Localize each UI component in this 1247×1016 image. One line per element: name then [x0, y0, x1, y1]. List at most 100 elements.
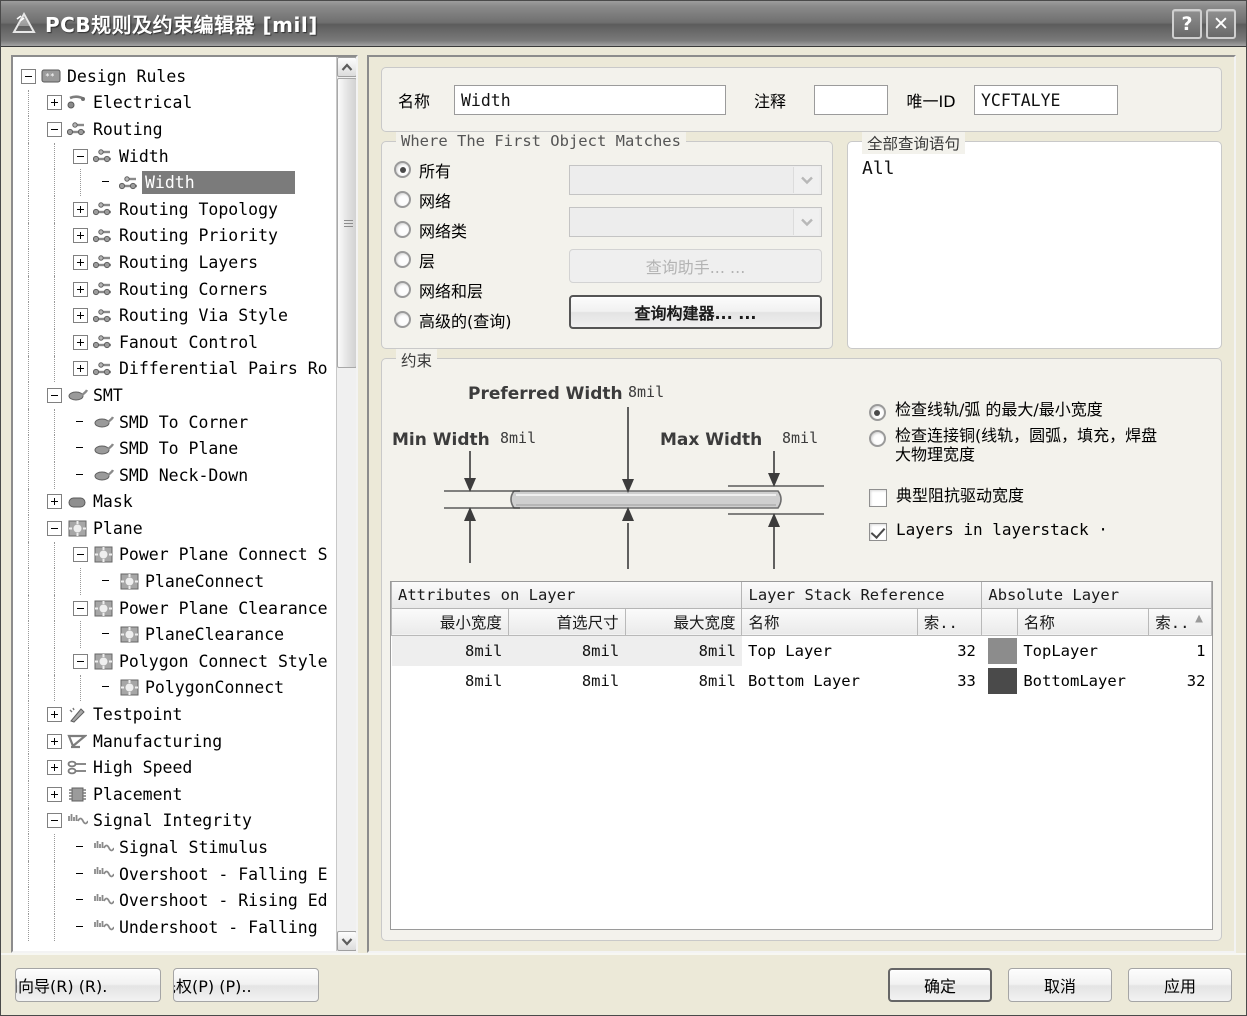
apply-button[interactable]: 应用: [1128, 968, 1232, 1002]
tree-item-smd-neck-down[interactable]: SMD Neck-Down: [13, 462, 336, 489]
chevron-down-icon: [793, 167, 819, 193]
match-radio-1[interactable]: 网络: [394, 186, 569, 213]
tree-item-mask[interactable]: Mask: [13, 489, 336, 516]
priority-button[interactable]: 先权(P) (P)..: [173, 968, 319, 1002]
close-button[interactable]: ✕: [1206, 9, 1236, 39]
constraint-option-label: 检查连接铜(线轨，圆弧，填充，焊盘大物理宽度: [895, 427, 1157, 465]
expand-icon[interactable]: [73, 361, 88, 376]
column-header-abs-index[interactable]: 索..▲: [1149, 608, 1212, 635]
constraint-option-3[interactable]: Layers in layerstack ·: [869, 521, 1207, 541]
tree-item-signal-stimulus[interactable]: Signal Stimulus: [13, 834, 336, 861]
collapse-icon[interactable]: [73, 601, 88, 616]
match-radio-0[interactable]: 所有: [394, 156, 569, 183]
collapse-icon[interactable]: [47, 388, 62, 403]
unique-id-input[interactable]: YCFTALYE: [974, 85, 1118, 115]
tree-item-manufacturing[interactable]: Manufacturing: [13, 728, 336, 755]
tree-item-overshoot-rising-ed[interactable]: Overshoot - Rising Ed: [13, 887, 336, 914]
column-header-stack-name[interactable]: 名称: [742, 608, 917, 635]
collapse-icon[interactable]: [21, 69, 36, 84]
expand-icon[interactable]: [73, 335, 88, 350]
collapse-icon[interactable]: [73, 654, 88, 669]
tree-item-undershoot-falling[interactable]: Undershoot - Falling: [13, 914, 336, 941]
expand-icon[interactable]: [47, 787, 62, 802]
routing-icon: [92, 226, 114, 245]
tree-vertical-scrollbar[interactable]: [336, 57, 356, 951]
match-radio-3[interactable]: 层: [394, 246, 569, 273]
expand-icon[interactable]: [73, 308, 88, 323]
tree-item-power-plane-connect-s[interactable]: Power Plane Connect S: [13, 542, 336, 569]
tree-item-smd-to-corner[interactable]: SMD To Corner: [13, 409, 336, 436]
tree-item-width[interactable]: Width: [13, 169, 336, 196]
expand-icon[interactable]: [47, 95, 62, 110]
svg-text:Preferred Width: Preferred Width: [468, 384, 623, 404]
tree-item-fanout-control[interactable]: Fanout Control: [13, 329, 336, 356]
scroll-down-button[interactable]: [337, 931, 357, 951]
tree-item-differential-pairs-ro[interactable]: Differential Pairs Ro: [13, 356, 336, 383]
tree-item-routing-priority[interactable]: Routing Priority: [13, 223, 336, 250]
tree-item-routing-layers[interactable]: Routing Layers: [13, 249, 336, 276]
tree-item-routing-via-style[interactable]: Routing Via Style: [13, 302, 336, 329]
cell-min-width: 8mil: [392, 635, 509, 666]
collapse-icon[interactable]: [47, 813, 62, 828]
scroll-up-button[interactable]: [337, 57, 357, 77]
collapse-icon[interactable]: [73, 149, 88, 164]
title-bar[interactable]: PCB规则及约束编辑器 [mil] ? ✕: [1, 1, 1246, 47]
tree-item-label: Plane: [91, 519, 143, 538]
cancel-button[interactable]: 取消: [1008, 968, 1112, 1002]
column-header-max-width[interactable]: 最大宽度: [625, 608, 742, 635]
column-header-min-width[interactable]: 最小宽度: [392, 608, 509, 635]
routing-icon: [118, 173, 140, 192]
query-builder-button[interactable]: 查询构建器... ...: [569, 295, 822, 329]
constraint-option-1[interactable]: 检查连接铜(线轨，圆弧，填充，焊盘大物理宽度: [869, 427, 1207, 465]
net-class-combo[interactable]: [569, 207, 822, 237]
tree-item-power-plane-clearance[interactable]: Power Plane Clearance: [13, 595, 336, 622]
match-radio-2[interactable]: 网络类: [394, 216, 569, 243]
net-combo[interactable]: [569, 165, 822, 195]
name-input[interactable]: Width: [454, 85, 726, 115]
tree-item-routing-corners[interactable]: Routing Corners: [13, 276, 336, 303]
column-header-stack-index[interactable]: 索..: [917, 608, 982, 635]
tree-item-smd-to-plane[interactable]: SMD To Plane: [13, 435, 336, 462]
expand-icon[interactable]: [47, 760, 62, 775]
tree-item-polygonconnect[interactable]: PolygonConnect: [13, 675, 336, 702]
tree-item-plane[interactable]: Plane: [13, 515, 336, 542]
match-radio-4[interactable]: 网络和层: [394, 276, 569, 303]
collapse-icon[interactable]: [47, 521, 62, 536]
ok-button[interactable]: 确定: [888, 968, 992, 1002]
table-row[interactable]: 8mil8mil8milBottom Layer33BottomLayer32: [392, 666, 1212, 696]
table-row[interactable]: 8mil8mil8milTop Layer32TopLayer1: [392, 635, 1212, 666]
tree-item-routing[interactable]: Routing: [13, 116, 336, 143]
tree-item-planeconnect[interactable]: PlaneConnect: [13, 568, 336, 595]
expand-icon[interactable]: [73, 255, 88, 270]
expand-icon[interactable]: [73, 282, 88, 297]
collapse-icon[interactable]: [73, 547, 88, 562]
collapse-icon[interactable]: [47, 122, 62, 137]
match-radio-5[interactable]: 高级的(查询): [394, 306, 569, 333]
expand-icon[interactable]: [47, 734, 62, 749]
tree-item-width[interactable]: Width: [13, 143, 336, 170]
tree-item-smt[interactable]: SMT: [13, 382, 336, 409]
rule-wizard-button[interactable]: 则向导(R) (R).: [15, 968, 161, 1002]
expand-icon[interactable]: [73, 202, 88, 217]
help-button[interactable]: ?: [1172, 9, 1202, 39]
column-header-abs-name[interactable]: 名称: [1017, 608, 1148, 635]
layer-attributes-table[interactable]: Attributes on Layer Layer Stack Referenc…: [390, 581, 1213, 930]
expand-icon[interactable]: [47, 707, 62, 722]
tree-item-signal-integrity[interactable]: Signal Integrity: [13, 808, 336, 835]
constraint-option-2[interactable]: 典型阻抗驱动宽度: [869, 487, 1207, 507]
tree-item-testpoint[interactable]: Testpoint: [13, 701, 336, 728]
tree-item-routing-topology[interactable]: Routing Topology: [13, 196, 336, 223]
tree-item-design-rules[interactable]: **Design Rules: [13, 63, 336, 90]
expand-icon[interactable]: [73, 228, 88, 243]
expand-icon[interactable]: [47, 494, 62, 509]
constraint-option-0[interactable]: 检查线轨/弧 的最大/最小宽度: [869, 401, 1207, 421]
tree-item-placement[interactable]: Placement: [13, 781, 336, 808]
tree-item-electrical[interactable]: Electrical: [13, 90, 336, 117]
tree-item-polygon-connect-style[interactable]: Polygon Connect Style: [13, 648, 336, 675]
tree-item-high-speed[interactable]: High Speed: [13, 754, 336, 781]
column-header-preferred-size[interactable]: 首选尺寸: [508, 608, 625, 635]
comment-input[interactable]: [814, 85, 888, 115]
tree-item-overshoot-falling-e[interactable]: Overshoot - Falling E: [13, 861, 336, 888]
tree-item-planeclearance[interactable]: PlaneClearance: [13, 621, 336, 648]
scrollbar-thumb[interactable]: [337, 78, 357, 368]
